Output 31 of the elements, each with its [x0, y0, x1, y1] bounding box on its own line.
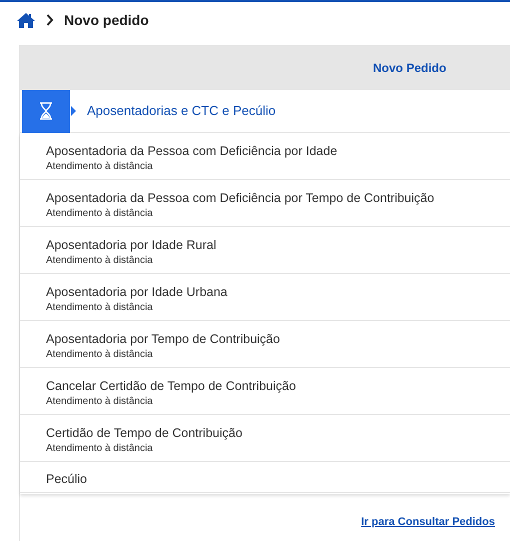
- service-item[interactable]: Aposentadoria por Tempo de Contribuição Atendimento à distância: [20, 321, 510, 368]
- panel-header: Novo Pedido: [20, 45, 510, 90]
- service-item[interactable]: Certidão de Tempo de Contribuição Atendimento à distância: [20, 415, 510, 462]
- service-title: Aposentadoria da Pessoa com Deficiência por Tempo de Contribuição: [46, 190, 436, 206]
- service-item[interactable]: Aposentadoria da Pessoa com Deficiência por Tempo de Contribuição Atendimento à distância: [20, 180, 510, 227]
- service-subtitle: Atendimento à distância: [46, 394, 154, 408]
- service-title: Aposentadoria por Idade Rural: [46, 236, 218, 254]
- home-icon[interactable]: [16, 12, 36, 28]
- service-title: Aposentadoria por Idade Urbana: [46, 284, 228, 300]
- chevron-right-icon: [46, 14, 54, 26]
- breadcrumb-current: Novo pedido: [64, 10, 149, 30]
- service-title: Cancelar Certidão de Tempo de Contribuição: [46, 378, 297, 394]
- category-label: Aposentadorias e CTC e Pecúlio: [87, 102, 276, 120]
- service-subtitle: Atendimento à distância: [46, 348, 154, 360]
- service-subtitle: Atendimento à distância: [46, 160, 154, 172]
- service-subtitle: Atendimento à distância: [46, 206, 154, 220]
- service-item[interactable]: Aposentadoria da Pessoa com Deficiência por Idade Atendimento à distância: [20, 133, 510, 180]
- service-subtitle: Atendimento à distância: [46, 254, 154, 266]
- service-title: Certidão de Tempo de Contribuição: [46, 424, 244, 442]
- service-item[interactable]: Aposentadoria por Idade Urbana Atendimento à distância: [20, 274, 510, 321]
- service-item[interactable]: Aposentadoria por Idade Rural Atendimento à distância: [20, 227, 510, 274]
- hourglass-icon: [39, 102, 53, 120]
- service-item[interactable]: Pecúlio: [20, 462, 510, 493]
- service-subtitle: Atendimento à distância: [46, 442, 154, 454]
- service-title: Aposentadoria da Pessoa com Deficiência por Idade: [46, 142, 338, 160]
- consult-requests-link[interactable]: Ir para Consultar Pedidos: [361, 514, 495, 530]
- service-title: Pecúlio: [46, 471, 88, 488]
- service-subtitle: Atendimento à distância: [46, 300, 154, 314]
- category-header[interactable]: Aposentadorias e CTC e Pecúlio: [20, 90, 510, 133]
- service-title: Aposentadoria por Tempo de Contribuição: [46, 330, 281, 348]
- service-item[interactable]: Cancelar Certidão de Tempo de Contribuição Atendimento à distância: [20, 368, 510, 415]
